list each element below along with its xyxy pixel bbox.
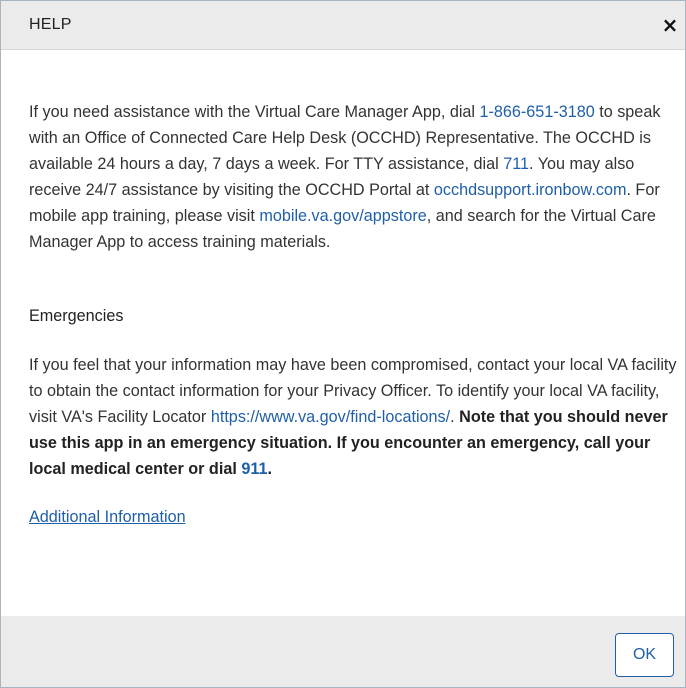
dialog-header: HELP × <box>1 1 685 50</box>
appstore-link[interactable]: mobile.va.gov/appstore <box>259 207 426 225</box>
emergencies-heading: Emergencies <box>29 307 124 325</box>
additional-info-row: Additional Information <box>29 504 681 530</box>
phone-link[interactable]: 1-866-651-3180 <box>480 103 595 121</box>
help-dialog: HELP × If you need assistance with the V… <box>0 0 686 688</box>
emergencies-paragraph: If you feel that your information may ha… <box>29 352 681 482</box>
emergencies-text-2: . <box>450 408 460 426</box>
ok-button[interactable]: OK <box>615 633 674 677</box>
dialog-title: HELP <box>29 16 72 33</box>
facility-locator-link[interactable]: https://www.va.gov/find-locations/ <box>211 408 450 426</box>
assistance-paragraph: If you need assistance with the Virtual … <box>29 99 681 255</box>
tty-link[interactable]: 711 <box>503 155 529 173</box>
emergency-number-link[interactable]: 911 <box>241 460 267 478</box>
close-icon[interactable]: × <box>659 14 681 36</box>
dialog-footer: OK <box>1 616 685 687</box>
portal-link[interactable]: occhdsupport.ironbow.com <box>434 181 627 199</box>
dialog-body: If you need assistance with the Virtual … <box>29 99 681 530</box>
assistance-text-1: If you need assistance with the Virtual … <box>29 103 480 121</box>
emergency-warning-end: . <box>267 460 272 478</box>
additional-information-link[interactable]: Additional Information <box>29 508 186 526</box>
